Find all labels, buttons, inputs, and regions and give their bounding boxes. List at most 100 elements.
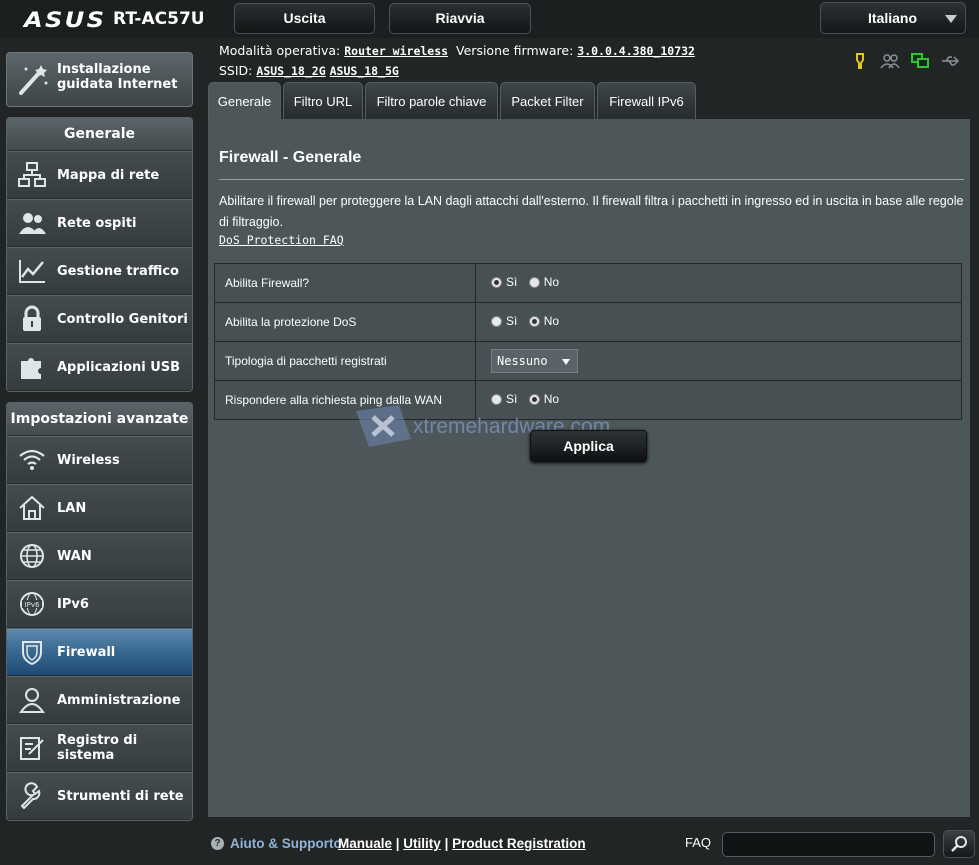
wan-ping-label: Rispondere alla richiesta ping dalla WAN <box>214 380 476 420</box>
wan-ping-options: Sì No <box>475 380 962 420</box>
general-menu: Generale Mappa di rete Rete ospiti Gesti… <box>6 117 193 392</box>
ssid-5g-link[interactable]: ASUS_18_5G <box>330 64 399 78</box>
enable-firewall-options: Sì No <box>475 263 962 303</box>
enable-firewall-yes-radio[interactable]: Sì <box>491 275 517 289</box>
manual-link[interactable]: Manuale <box>338 836 392 851</box>
sidebar-item-label: Gestione traffico <box>57 263 179 279</box>
shield-icon <box>22 641 42 666</box>
table-row: Abilita la protezione DoS Sì No <box>214 302 962 342</box>
ssid-label: SSID: <box>219 63 253 78</box>
sidebar-item-label: Firewall <box>57 644 116 660</box>
faq-label: FAQ <box>685 835 712 850</box>
radio-checked <box>528 315 540 327</box>
wan-ping-yes-radio[interactable]: Sì <box>491 392 517 406</box>
radio-unchecked <box>491 393 502 405</box>
dos-protection-yes-radio[interactable]: Sì <box>491 314 517 328</box>
sidebar-item-parental-control[interactable]: Controllo Genitori <box>7 295 192 343</box>
network-map-icon <box>18 162 46 187</box>
dos-protection-no-radio[interactable]: No <box>528 314 559 328</box>
sidebar-item-traffic-manager[interactable]: Gestione traffico <box>7 247 192 295</box>
home-icon <box>19 495 45 520</box>
asus-logo: ASUS <box>24 8 107 32</box>
sidebar-item-wireless[interactable]: Wireless <box>7 436 192 484</box>
logged-packets-label: Tipologia di pacchetti registrati <box>214 341 476 381</box>
product-registration-link[interactable]: Product Registration <box>452 836 586 851</box>
sidebar-item-label: Controllo Genitori <box>57 311 188 327</box>
tab-keyword-filter[interactable]: Filtro parole chiave <box>365 82 498 119</box>
lightbulb-icon[interactable] <box>850 52 870 70</box>
language-select[interactable]: Italiano <box>820 2 966 34</box>
tab-packet-filter[interactable]: Packet Filter <box>500 82 595 119</box>
sidebar-item-system-log[interactable]: Registro di sistema <box>7 724 192 772</box>
dos-faq-link[interactable]: DoS Protection FAQ <box>219 233 344 247</box>
language-label: Italiano <box>868 10 918 26</box>
logged-packets-select[interactable]: Nessuno <box>491 349 578 373</box>
firewall-settings-table: Abilita Firewall? Sì No Abilita la prote… <box>214 263 962 420</box>
tab-url-filter[interactable]: Filtro URL <box>283 82 363 119</box>
page-description: Abilitare il firewall per proteggere la … <box>219 194 964 229</box>
table-row: Tipologia di pacchetti registrati Nessun… <box>214 341 962 381</box>
network-icon[interactable] <box>910 52 930 70</box>
mode-link[interactable]: Router wireless <box>344 44 448 58</box>
qis-label: Installazione guidata Internet <box>57 62 178 92</box>
sidebar-item-network-tools[interactable]: Strumenti di rete <box>7 772 192 820</box>
sidebar-item-administration[interactable]: Amministrazione <box>7 676 192 724</box>
lock-icon <box>23 305 41 331</box>
chevron-down-icon <box>945 15 957 23</box>
table-row: Abilita Firewall? Sì No <box>214 263 962 303</box>
sidebar-item-wan[interactable]: WAN <box>7 532 192 580</box>
wan-ping-no-radio[interactable]: No <box>528 392 559 406</box>
search-icon <box>951 836 967 852</box>
mode-label: Modalità operativa: <box>219 43 341 58</box>
usb-icon[interactable] <box>940 52 960 70</box>
title-divider <box>219 179 964 180</box>
logout-button[interactable]: Uscita <box>234 3 375 34</box>
tab-general[interactable]: Generale <box>208 82 281 119</box>
enable-firewall-label: Abilita Firewall? <box>214 263 476 303</box>
footer: ? Aiuto & Supporto Manuale | Utility | P… <box>208 830 979 860</box>
ssid-status: SSID: ASUS_18_2G ASUS_18_5G <box>219 63 399 78</box>
clients-icon[interactable] <box>880 52 900 70</box>
footer-links: Manuale | Utility | Product Registration <box>338 836 586 851</box>
tab-firewall-ipv6[interactable]: Firewall IPv6 <box>597 82 696 119</box>
wrench-icon <box>20 782 41 810</box>
dos-protection-options: Sì No <box>475 302 962 342</box>
ssid-2g-link[interactable]: ASUS_18_2G <box>256 64 325 78</box>
radio-unchecked <box>491 315 502 327</box>
apply-button[interactable]: Applica <box>530 430 647 462</box>
svg-text:IPv6: IPv6 <box>25 601 40 609</box>
advanced-menu: Impostazioni avanzate Wireless LAN WAN I… <box>6 402 193 821</box>
sidebar-item-usb-applications[interactable]: Applicazioni USB <box>7 343 192 391</box>
enable-firewall-no-radio[interactable]: No <box>528 275 559 289</box>
admin-user-icon <box>19 688 45 713</box>
sidebar-item-label: Amministrazione <box>57 692 181 708</box>
help-icon: ? <box>211 837 224 850</box>
status-icons <box>850 52 960 70</box>
firmware-link[interactable]: 3.0.0.4.380_10732 <box>577 44 695 58</box>
model-name: RT-AC57U <box>113 9 205 29</box>
top-bar: ASUS RT-AC57U Uscita Riavvia Italiano <box>0 0 979 38</box>
guest-users-icon <box>19 213 46 234</box>
sidebar-item-ipv6[interactable]: IPv6 IPv6 <box>7 580 192 628</box>
firmware-label: Versione firmware: <box>456 43 574 58</box>
wifi-icon <box>19 449 45 470</box>
operation-status: Modalità operativa: Router wireless Vers… <box>219 43 695 58</box>
table-row: Rispondere alla richiesta ping dalla WAN… <box>214 380 962 420</box>
reboot-button[interactable]: Riavvia <box>389 3 531 34</box>
quick-internet-setup-button[interactable]: Installazione guidata Internet <box>6 52 193 107</box>
logged-packets-cell: Nessuno <box>475 341 962 381</box>
sidebar-item-firewall[interactable]: Firewall <box>7 628 192 676</box>
utility-link[interactable]: Utility <box>403 836 441 851</box>
search-button[interactable] <box>943 830 975 858</box>
ipv6-globe-icon: IPv6 <box>20 592 44 616</box>
sidebar-item-label: Wireless <box>57 452 120 468</box>
sidebar-item-lan[interactable]: LAN <box>7 484 192 532</box>
radio-checked <box>528 393 540 405</box>
faq-search-input[interactable] <box>722 832 935 857</box>
sidebar-item-label: Rete ospiti <box>57 215 137 231</box>
sidebar-item-network-map[interactable]: Mappa di rete <box>7 151 192 199</box>
log-edit-icon <box>20 737 44 760</box>
sidebar-item-label: LAN <box>57 500 87 516</box>
sidebar-item-label: Registro di sistema <box>57 733 138 763</box>
sidebar-item-guest-network[interactable]: Rete ospiti <box>7 199 192 247</box>
